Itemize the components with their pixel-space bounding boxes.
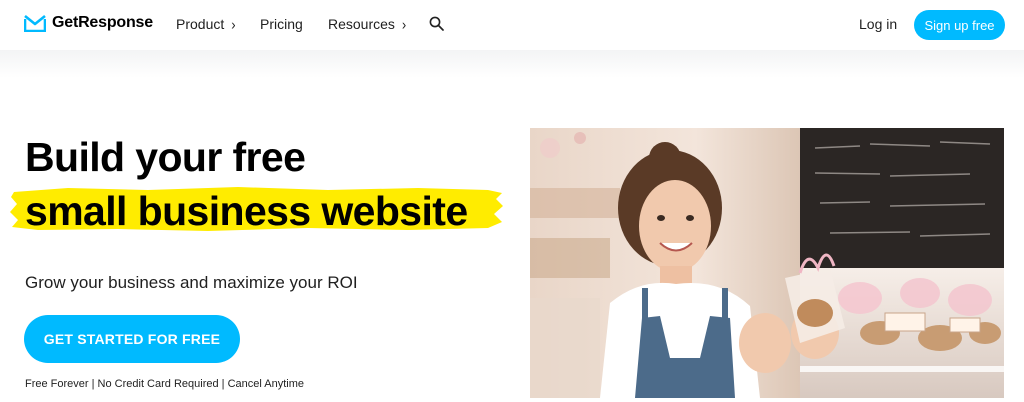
top-navigation: GetResponse Product › Pricing Resources … — [0, 0, 1024, 50]
hero-subtitle: Grow your business and maximize your ROI — [25, 273, 358, 292]
hero-fineprint: Free Forever | No Credit Card Required |… — [25, 378, 304, 390]
logo[interactable]: GetResponse — [24, 14, 153, 32]
hero-title-line-2: small business website — [25, 188, 468, 234]
hero-title-line-1: Build your free — [25, 134, 306, 180]
nav-pricing[interactable]: Pricing — [260, 16, 303, 32]
nav-product[interactable]: Product › — [176, 15, 236, 33]
nav-resources-label: Resources — [328, 16, 395, 32]
nav-resources[interactable]: Resources › — [328, 15, 407, 33]
nav-pricing-label: Pricing — [260, 16, 303, 32]
login-link[interactable]: Log in — [859, 16, 897, 32]
nav-product-label: Product — [176, 16, 225, 32]
logo-text: GetResponse — [52, 14, 153, 31]
shop-assistant-photo — [530, 128, 1004, 398]
chevron-right-icon: › — [401, 15, 407, 33]
nav-divider-shadow — [0, 50, 1024, 78]
chevron-right-icon: › — [231, 15, 236, 33]
search-icon[interactable] — [429, 16, 444, 31]
signup-button[interactable]: Sign up free — [914, 10, 1005, 40]
get-started-button[interactable]: GET STARTED FOR FREE — [24, 315, 240, 363]
envelope-logo-icon — [24, 14, 46, 32]
